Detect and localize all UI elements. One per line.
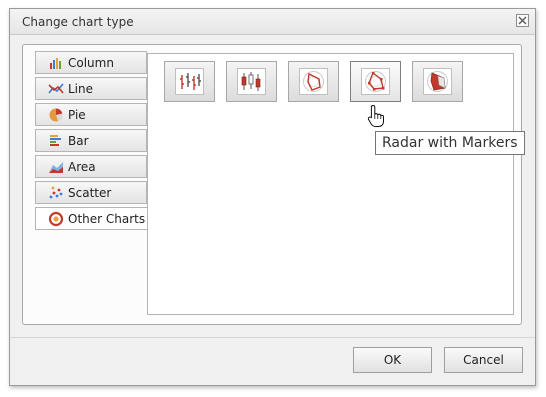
hand-cursor-icon	[367, 104, 385, 131]
tab-label: Bar	[68, 133, 89, 148]
chart-type-stock-candlestick[interactable]	[226, 61, 277, 102]
close-icon	[518, 16, 527, 25]
column-chart-icon	[48, 55, 64, 71]
tab-column[interactable]: Column	[35, 51, 147, 74]
ok-button[interactable]: OK	[353, 347, 432, 373]
chart-type-tooltip: Radar with Markers	[375, 131, 525, 155]
tab-label: Area	[68, 159, 96, 174]
chart-type-stock-hlc[interactable]	[164, 61, 215, 102]
filled-radar-icon	[427, 71, 448, 92]
chart-type-gallery	[147, 53, 514, 315]
tab-label: Line	[68, 81, 94, 96]
stock-hlc-icon	[180, 73, 201, 90]
stock-candlestick-icon	[241, 72, 261, 91]
cancel-button[interactable]: Cancel	[444, 347, 523, 373]
dialog-titlebar: Change chart type	[10, 9, 535, 35]
tab-scatter[interactable]: Scatter	[35, 181, 147, 204]
dialog-title: Change chart type	[22, 15, 134, 29]
pie-chart-icon	[48, 107, 64, 123]
chart-type-radar-with-markers[interactable]	[350, 61, 401, 102]
content-panel: Column Line Pie Bar Area Scatter Other C…	[22, 44, 522, 325]
tab-label: Column	[68, 55, 114, 70]
tab-label: Pie	[68, 107, 86, 122]
change-chart-type-dialog: Change chart type Column Line Pie Bar Ar…	[9, 8, 536, 386]
chart-type-filled-radar[interactable]	[412, 61, 463, 102]
radar-with-markers-icon	[365, 71, 386, 92]
tab-pie[interactable]: Pie	[35, 103, 147, 126]
tab-label: Scatter	[68, 185, 112, 200]
radar-icon	[303, 71, 324, 92]
scatter-chart-icon	[48, 185, 64, 201]
chart-type-radar[interactable]	[288, 61, 339, 102]
close-button[interactable]	[516, 14, 529, 27]
other-charts-icon	[48, 211, 64, 227]
tab-label: Other Charts	[68, 211, 146, 226]
tab-line[interactable]: Line	[35, 77, 147, 100]
area-chart-icon	[48, 159, 64, 175]
tab-bar[interactable]: Bar	[35, 129, 147, 152]
line-chart-icon	[48, 81, 64, 97]
tab-area[interactable]: Area	[35, 155, 147, 178]
bar-chart-icon	[48, 133, 64, 149]
tab-other-charts[interactable]: Other Charts	[35, 207, 149, 230]
footer-separator	[10, 337, 535, 338]
